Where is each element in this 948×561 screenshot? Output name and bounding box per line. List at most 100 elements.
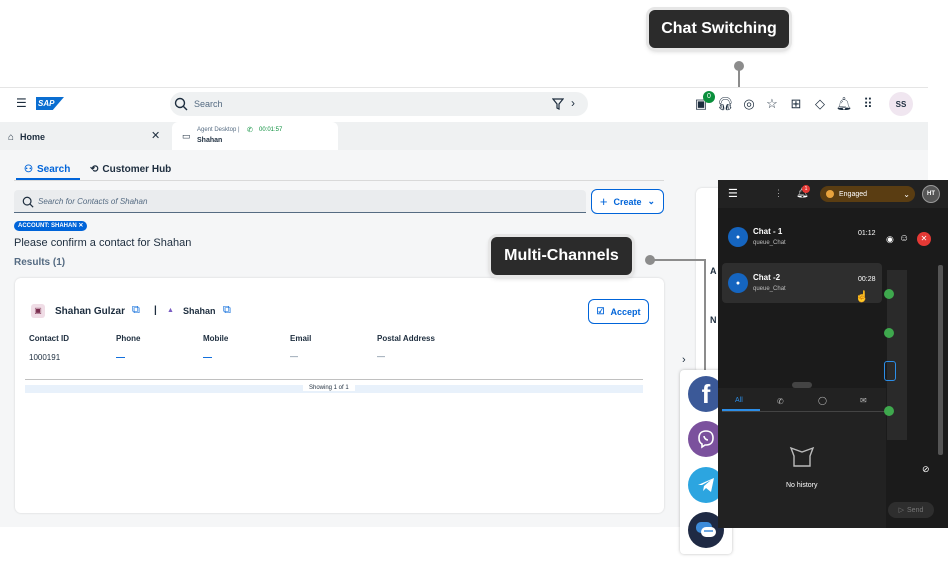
end-chat-button[interactable]: ✕: [917, 232, 931, 246]
status-indicator: [884, 406, 894, 416]
badge-count: 0: [707, 93, 711, 100]
selected-indicator: [884, 361, 896, 381]
chat-bubble-icon: ●: [728, 273, 748, 293]
external-link-icon[interactable]: ⧉: [132, 304, 140, 317]
notification-badge: 0: [703, 91, 715, 103]
header-postal: Postal Address: [377, 334, 435, 343]
status-indicator: [884, 289, 894, 299]
menu-icon[interactable]: ☰: [16, 97, 28, 109]
chat-switching-label: Chat Switching: [661, 20, 777, 37]
chevron-right-icon[interactable]: ›: [682, 354, 686, 366]
status-dot: [826, 190, 834, 198]
agent-panel: ☰ ⋮ 🔔︎ 1 Engaged ⌄ HT ● Chat - 1 queue_Ch…: [718, 180, 948, 528]
accept-button[interactable]: ☑ Accept: [588, 299, 649, 324]
send-icon: ▷: [898, 507, 905, 514]
accept-icon: ☑: [596, 306, 605, 316]
multi-channels-label: Multi-Channels: [504, 247, 619, 264]
divider: [14, 180, 664, 181]
mail-icon[interactable]: ✉: [860, 396, 867, 405]
chat-queue: queue_Chat: [753, 240, 786, 246]
chat-time: 01:12: [858, 230, 876, 237]
account-icon: ▲: [167, 307, 174, 314]
chevron-down-icon: ⌄: [903, 189, 910, 199]
call-timer: 00:01:57: [259, 127, 283, 133]
hub-icon: ⟲: [90, 163, 99, 175]
plus-icon: +: [599, 194, 608, 209]
contact-search-placeholder: Search for Contacts of Shahan: [38, 197, 148, 206]
bot-icon[interactable]: ☺: [899, 233, 909, 244]
add-panel-icon[interactable]: ⊞: [787, 95, 805, 113]
panel-avatar-initials: HT: [927, 191, 935, 197]
divider: [722, 411, 886, 412]
contact-name[interactable]: Shahan Gulzar: [55, 306, 125, 317]
eye-icon[interactable]: ◉: [886, 234, 894, 245]
status-dropdown[interactable]: Engaged ⌄: [820, 186, 915, 202]
chat-icon[interactable]: ◯: [818, 396, 827, 405]
account-token[interactable]: ACCOUNT: SHAHAN ✕: [14, 221, 88, 231]
no-history-text: No history: [786, 482, 818, 489]
row-divider: [25, 379, 643, 380]
user-icon: ⚇: [24, 163, 33, 175]
close-icon[interactable]: ✕: [151, 129, 160, 142]
results-count: Results (1): [14, 257, 66, 268]
home-icon: ⌂: [8, 131, 15, 143]
panel-notification-badge: 1: [802, 185, 810, 193]
subtab-hub-label: Customer Hub: [102, 163, 172, 175]
grid-icon[interactable]: ⠿: [859, 95, 877, 113]
bot-icon[interactable]: ◎: [740, 95, 758, 113]
chat-bubble-icon: ●: [728, 227, 748, 247]
close-icon[interactable]: ✕: [78, 223, 83, 229]
side-label-a: A: [710, 266, 717, 276]
side-label-n: N: [710, 315, 717, 325]
chat-item-1[interactable]: ● Chat - 1 queue_Chat 01:12: [722, 217, 882, 257]
tab-agent-desktop[interactable]: ▭ Agent Desktop | ✆ 00:01:57 Shahan: [172, 122, 338, 150]
chevron-right-icon[interactable]: ›: [571, 96, 575, 110]
header-email: Email: [290, 334, 312, 343]
filter-icon[interactable]: [552, 98, 564, 110]
panel-avatar[interactable]: HT: [922, 185, 940, 203]
subtab-search-label: Search: [36, 163, 71, 175]
chat-switching-callout: Chat Switching: [649, 10, 789, 48]
global-search[interactable]: Search ›: [170, 92, 588, 116]
tab-home-label: Home: [20, 132, 46, 142]
subtab-customer-hub[interactable]: ⟲ Customer Hub: [90, 160, 180, 178]
contact-icon: ▣: [31, 304, 45, 318]
history-tab-all[interactable]: All: [722, 393, 760, 411]
contact-search-input[interactable]: Search for Contacts of Shahan: [14, 190, 586, 213]
avatar-initials: SS: [895, 99, 907, 109]
phone-icon[interactable]: ✆: [777, 397, 784, 406]
more-icon[interactable]: ⋮: [774, 188, 783, 199]
user-avatar[interactable]: SS: [889, 92, 913, 116]
headset-icon[interactable]: 🎧︎: [716, 95, 734, 113]
external-link-icon[interactable]: ⧉: [223, 304, 231, 317]
check-icon[interactable]: ⊘: [922, 464, 930, 475]
menu-icon[interactable]: ☰: [728, 187, 738, 200]
tab-customer-name: Shahan: [197, 137, 223, 144]
chat-name: Chat - 1: [753, 227, 783, 236]
history-tab-all-label: All: [735, 397, 743, 404]
contact-card: ▣ Shahan Gulzar ⧉ | ▲ Shahan ⧉ ☑ Accept C…: [15, 278, 664, 513]
logo-text: SAP: [38, 99, 55, 108]
value-mobile[interactable]: —: [203, 352, 212, 362]
send-button[interactable]: ▷ Send: [888, 502, 934, 518]
empty-box-icon: [789, 446, 815, 467]
callout-line: [650, 259, 706, 261]
create-button[interactable]: + Create ⌄: [591, 189, 664, 214]
subtab-search[interactable]: ⚇ Search: [16, 160, 80, 180]
bell-icon[interactable]: 🔔︎: [835, 95, 853, 113]
value-phone[interactable]: —: [116, 352, 125, 362]
accept-label: Accept: [610, 306, 641, 317]
star-icon[interactable]: ☆: [763, 95, 781, 113]
header-contact-id: Contact ID: [29, 334, 69, 343]
value-email: —: [290, 352, 298, 361]
value-contact-id: 1000191: [29, 353, 61, 362]
search-icon: [22, 196, 34, 208]
contact-account[interactable]: Shahan: [183, 306, 216, 316]
send-label: Send: [907, 506, 924, 514]
create-label: Create: [613, 196, 642, 207]
scrollbar[interactable]: [938, 265, 943, 455]
phone-icon: ✆: [247, 127, 253, 134]
diamond-icon[interactable]: ◇: [811, 95, 829, 113]
confirm-message: Please confirm a contact for Shahan: [14, 237, 192, 249]
tab-home[interactable]: ⌂ Home: [8, 125, 168, 149]
